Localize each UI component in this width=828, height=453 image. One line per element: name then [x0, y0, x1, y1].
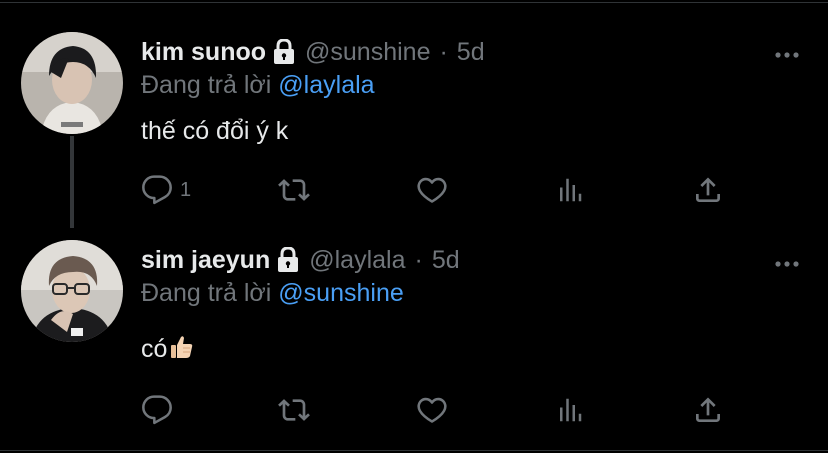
reply-mention-link[interactable]: @laylala — [278, 71, 374, 99]
tweet-header: kim sunoo @sunshine · 5d — [141, 37, 485, 67]
views-button[interactable] — [555, 170, 585, 210]
tweet-text: có — [141, 334, 194, 364]
action-bar — [0, 390, 828, 430]
timestamp[interactable]: 5d — [457, 37, 485, 67]
thumbs-up-emoji-icon — [168, 334, 194, 360]
replying-to-label: Đang trả lời — [141, 279, 272, 307]
user-handle[interactable]: @sunshine — [305, 37, 430, 67]
timestamp[interactable]: 5d — [432, 245, 460, 275]
views-icon — [560, 398, 582, 422]
replying-to: Đang trả lời @sunshine — [141, 278, 404, 308]
replying-to-label: Đang trả lời — [141, 71, 272, 99]
avatar[interactable] — [21, 240, 123, 342]
reply-button[interactable] — [141, 390, 180, 430]
avatar[interactable] — [21, 32, 123, 134]
tweet-header: sim jaeyun @laylala · 5d — [141, 245, 460, 275]
share-icon — [696, 177, 720, 202]
reply-mention-link[interactable]: @sunshine — [278, 279, 403, 307]
heart-icon — [417, 177, 447, 203]
more-icon[interactable] — [774, 255, 800, 267]
retweet-button[interactable] — [277, 170, 311, 210]
reply-button[interactable]: 1 — [141, 170, 191, 210]
more-icon[interactable] — [774, 46, 800, 58]
tweet[interactable]: sim jaeyun @laylala · 5d Đang trả lời @s… — [0, 225, 828, 445]
display-name[interactable]: sim jaeyun — [141, 245, 270, 275]
display-name[interactable]: kim sunoo — [141, 37, 266, 67]
user-handle[interactable]: @laylala — [309, 245, 405, 275]
share-icon — [696, 397, 720, 422]
lock-icon — [273, 38, 295, 65]
like-button[interactable] — [416, 170, 448, 210]
retweet-icon — [278, 399, 310, 421]
tweet[interactable]: kim sunoo @sunshine · 5d Đang trả lời @l… — [0, 0, 828, 228]
like-button[interactable] — [416, 390, 448, 430]
separator: · — [439, 38, 448, 66]
bottom-divider — [0, 450, 828, 451]
separator: · — [414, 246, 423, 274]
retweet-icon — [278, 179, 310, 201]
views-button[interactable] — [555, 390, 585, 430]
reply-count: 1 — [180, 178, 192, 201]
share-button[interactable] — [692, 390, 724, 430]
lock-icon — [277, 246, 299, 273]
action-bar: 1 — [0, 170, 828, 210]
tweet-text: thế có đổi ý k — [141, 117, 289, 145]
tweet-text-content: có — [141, 335, 168, 363]
heart-icon — [417, 397, 447, 423]
share-button[interactable] — [692, 170, 724, 210]
views-icon — [560, 178, 582, 202]
reply-icon — [142, 175, 172, 205]
retweet-button[interactable] — [277, 390, 311, 430]
reply-icon — [142, 395, 172, 425]
replying-to: Đang trả lời @laylala — [141, 70, 375, 100]
